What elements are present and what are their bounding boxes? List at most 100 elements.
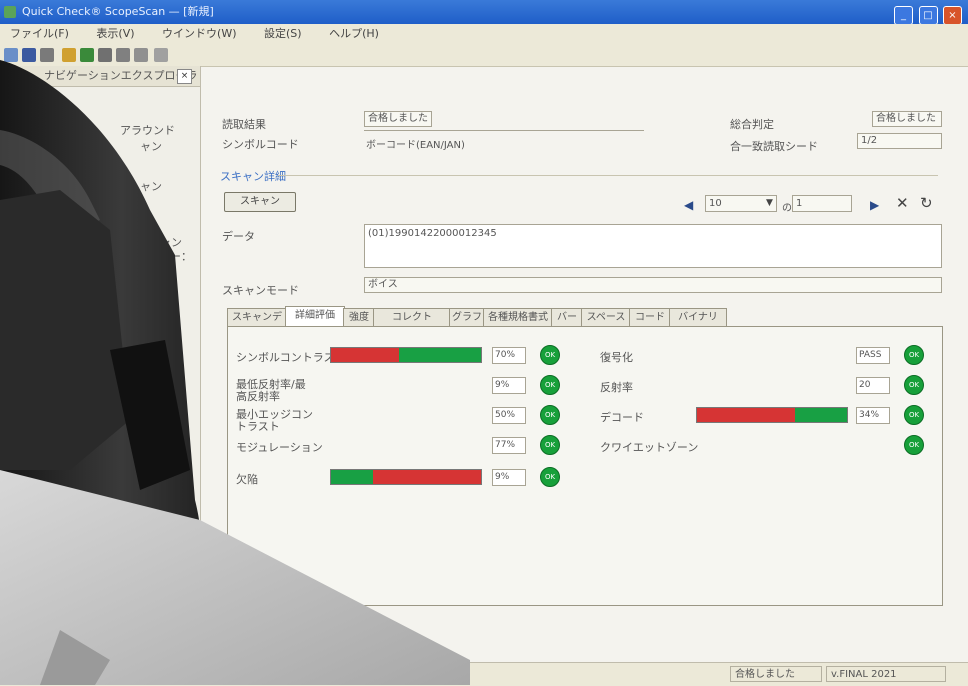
bar-segment [398,348,481,362]
ok-status-icon: OK [904,405,924,425]
bar-segment [373,470,481,484]
navigation-explorer: ナビゲーションエクスプローラ × アラウンド ャン ャン ャン ー： [0,66,201,685]
total-field[interactable]: 1 [792,195,852,212]
menu-settings[interactable]: 設定(S) [264,27,302,40]
toolbar [0,44,968,67]
metric-value: 77% [492,437,526,454]
metric-label: 復号化 [600,351,633,364]
metric-label: 反射率 [600,381,633,394]
maximize-button[interactable]: □ [918,6,938,25]
report-icon[interactable] [80,48,94,62]
next-arrow-icon[interactable]: ▶ [870,198,879,212]
scan-mode-label: スキャンモード [222,284,299,297]
menu-file[interactable]: ファイル(F) [10,27,69,40]
sidebar-header: ナビゲーションエクスプローラ [0,66,200,87]
divider [364,130,644,131]
close-button[interactable]: × [943,6,962,25]
open-icon[interactable] [4,48,18,62]
save-icon[interactable] [22,48,36,62]
pass-label: 合一致読取シード [730,140,818,153]
tab-details[interactable]: 詳細評価 [285,306,345,327]
scan-button[interactable]: スキャン [224,192,296,212]
metric-label: モジュレーション [236,441,323,454]
scan-details-link[interactable]: スキャン詳細 [220,168,286,184]
ok-status-icon: OK [540,435,560,455]
scan-icon[interactable] [62,48,76,62]
ok-status-icon: OK [540,467,560,487]
pass-value: 1/2 [857,133,942,149]
details-panel: シンボルコントラスト 70% OK 最低反射率/最高反射率 9% OK 最小エッ… [227,326,943,606]
decode-bar [696,407,848,423]
ok-status-icon: OK [540,405,560,425]
menu-view[interactable]: 表示(V) [96,27,134,40]
scan-mode-value: ボイス [364,277,942,293]
metric-value: 20 [856,377,890,394]
menu-window[interactable]: ウインドウ(W) [162,27,236,40]
contrast-bar [330,347,482,363]
cancel-icon[interactable]: ✕ [896,194,909,212]
sidebar-close-button[interactable]: × [177,69,192,84]
menu-help[interactable]: ヘルプ(H) [329,27,379,40]
window-title: Quick Check® ScopeScan — [新規] [22,5,214,18]
metric-value: 9% [492,469,526,486]
status-version: v.FINAL 2021 [826,666,946,682]
tab-bar[interactable]: バー [551,308,583,326]
metric-label: クワイエットゾーン [600,441,699,454]
sidebar-item[interactable]: ー： [170,248,192,264]
status-value: 合格しました [364,111,432,127]
tab-code[interactable]: コード [629,308,671,326]
list-icon[interactable] [98,48,112,62]
ok-status-icon: OK [904,375,924,395]
sidebar-item[interactable]: ャン [140,178,162,194]
ok-status-icon: OK [540,375,560,395]
metric-value: 34% [856,407,890,424]
sidebar-item[interactable]: アラウンド [120,122,175,138]
tab-space[interactable]: スペース [581,308,631,326]
symbology-value: ボーコード(EAN/JAN) [366,140,465,151]
metric-value: PASS [856,347,890,364]
tab-scan-data[interactable]: スキャンデータ [227,308,287,340]
bar-segment [331,470,373,484]
tab-correct[interactable]: コレクト [373,308,451,326]
flag-icon[interactable] [134,48,148,62]
tab-standards[interactable]: 各種規格書式 [483,308,553,326]
tab-strength[interactable]: 強度 [343,308,375,326]
symbology-label: シンボルコード [222,138,299,151]
minimize-button[interactable]: _ [894,6,913,25]
grid-icon[interactable] [116,48,130,62]
of-label: の [782,203,792,214]
status-bar: 合格しました v.FINAL 2021 [0,662,968,686]
overall-label: 総合判定 [730,118,774,131]
metric-label: 最低反射率/最高反射率 [236,378,306,403]
data-text-area[interactable]: (01)19901422000012345 [364,224,942,268]
metric-value: 70% [492,347,526,364]
status-message: 合格しました [730,666,822,682]
chevron-down-icon[interactable]: ▼ [766,198,773,208]
prev-arrow-icon[interactable]: ◀ [684,198,693,212]
bar-segment [331,348,399,362]
data-label: データ [222,230,255,243]
metric-label: デコード [600,411,644,424]
overall-value: 合格しました [872,111,942,127]
sidebar-item[interactable]: ャン [140,138,162,154]
main-panel: 読取結果 合格しました シンボルコード ボーコード(EAN/JAN) 総合判定 … [202,66,968,662]
metric-label: 最小エッジコントラスト [236,408,313,433]
print-icon[interactable] [40,48,54,62]
defect-bar [330,469,482,485]
help-icon[interactable] [154,48,168,62]
divider [278,175,938,176]
tab-graph[interactable]: グラフ [449,308,485,326]
app-icon [4,6,16,18]
status-label: 読取結果 [222,118,266,131]
bar-segment [697,408,795,422]
bar-segment [794,408,847,422]
ok-status-icon: OK [904,345,924,365]
title-bar: Quick Check® ScopeScan — [新規] _ □ × [0,0,968,25]
refresh-icon[interactable]: ↻ [920,194,933,212]
tab-binary[interactable]: バイナリ [669,308,727,326]
metric-label: 欠陥 [236,473,258,486]
ok-status-icon: OK [904,435,924,455]
metric-value: 9% [492,377,526,394]
menu-bar: ファイル(F) 表示(V) ウインドウ(W) 設定(S) ヘルプ(H) [0,24,968,44]
metric-value: 50% [492,407,526,424]
